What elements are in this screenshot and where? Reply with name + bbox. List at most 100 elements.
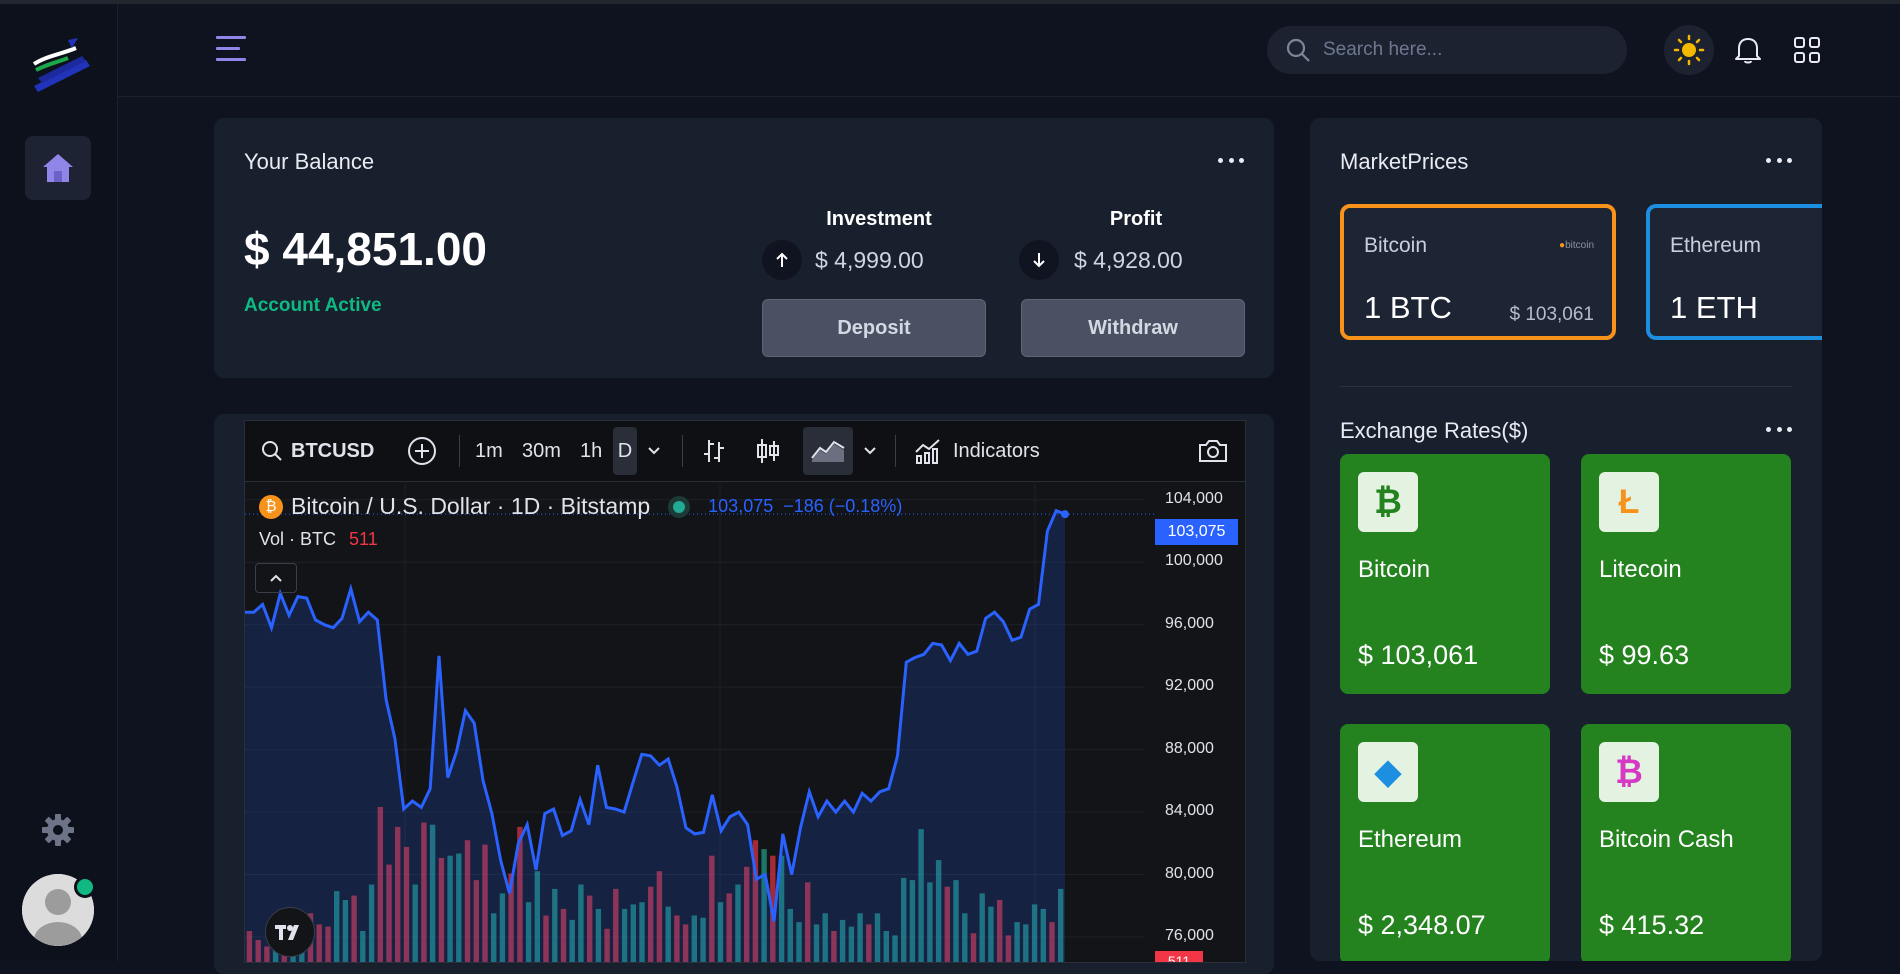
candles-chart-type-icon[interactable]: [755, 421, 781, 481]
symbol-label: BTCUSD: [291, 439, 375, 462]
indicators-label: Indicators: [953, 439, 1040, 462]
search-input[interactable]: [1321, 38, 1615, 62]
price-axis-tick: 96,000: [1165, 614, 1214, 632]
apps-grid-icon[interactable]: [1790, 32, 1824, 68]
bitcoin-icon: ₿: [259, 494, 283, 519]
rate-name: Ethereum: [1358, 826, 1463, 853]
app-logo[interactable]: [28, 34, 94, 96]
coin-name: Ethereum: [1670, 234, 1762, 257]
price-axis-tick: 104,000: [1165, 489, 1223, 507]
settings-gear-icon[interactable]: [38, 810, 78, 850]
search-bar[interactable]: [1267, 26, 1627, 74]
section-divider: [1340, 386, 1792, 387]
market-prices-card: MarketPrices Bitcoin ●bitcoin 1 BTC $ 10…: [1310, 118, 1822, 961]
volume-value: 511: [349, 529, 378, 549]
indicators-button[interactable]: Indicators: [913, 421, 1040, 481]
profit-value: $ 4,928.00: [1074, 247, 1183, 273]
coin-card-bitcoin[interactable]: Bitcoin ●bitcoin 1 BTC $ 103,061: [1340, 204, 1616, 340]
coin-amount: 1 ETH: [1670, 290, 1758, 325]
exchange-more-options-icon[interactable]: [1766, 424, 1792, 434]
withdraw-button[interactable]: Withdraw: [1021, 299, 1245, 357]
interval-dropdown-chevron-icon[interactable]: [647, 421, 661, 481]
market-more-options-icon[interactable]: [1766, 155, 1792, 165]
ethereum-icon: ◆: [1358, 742, 1418, 802]
rate-price: $ 99.63: [1599, 640, 1690, 670]
rate-price: $ 103,061: [1358, 640, 1479, 670]
investment-label: Investment: [826, 208, 932, 230]
chart-toolbar: BTCUSD 1m 30m 1h D Indicators: [245, 421, 1245, 482]
price-axis-tick: 92,000: [1165, 677, 1214, 695]
bar-chart-type-icon[interactable]: [701, 421, 727, 481]
volume-tag: 511: [1155, 951, 1203, 962]
last-price-tag: 103,075: [1155, 519, 1238, 545]
balance-amount: $ 44,851.00: [244, 223, 488, 275]
notification-bell-icon[interactable]: [1731, 32, 1765, 68]
interval-d[interactable]: D: [613, 427, 637, 475]
bitcoin-brand-logo: ●bitcoin: [1559, 240, 1594, 251]
bitcoin-icon: ₿: [1358, 472, 1418, 532]
coin-amount: 1 BTC: [1364, 290, 1452, 325]
rate-name: Litecoin: [1599, 556, 1682, 583]
theme-toggle-sun-icon[interactable]: [1664, 25, 1714, 75]
area-chart-type-icon[interactable]: [803, 427, 853, 475]
compare-plus-icon[interactable]: [407, 421, 437, 481]
price-chart-plot[interactable]: [245, 481, 1245, 962]
chart-symbol-title: Bitcoin / U.S. Dollar · 1D · Bitstamp: [291, 493, 651, 519]
coin-price: $ 103,061: [1509, 304, 1594, 325]
tradingview-logo-icon[interactable]: [265, 907, 315, 957]
coin-name: Bitcoin: [1364, 234, 1428, 257]
price-area-fill: [245, 510, 1065, 962]
market-open-status-dot: [668, 495, 691, 518]
investment-value: $ 4,999.00: [815, 247, 924, 273]
chart-type-dropdown-chevron-icon[interactable]: [863, 421, 877, 481]
interval-30m[interactable]: 30m: [522, 421, 561, 481]
volume-legend: Vol · BTC 511: [259, 529, 378, 550]
rate-name: Bitcoin: [1358, 556, 1431, 583]
rate-name: Bitcoin Cash: [1599, 826, 1734, 853]
rate-tile-bitcoin-cash[interactable]: ₿ Bitcoin Cash $ 415.32: [1581, 724, 1791, 961]
price-change-readout: 103,075 −186 (−0.18%): [708, 496, 903, 516]
last-price-dot: [1061, 510, 1069, 519]
profit-label: Profit: [1109, 208, 1163, 230]
rate-price: $ 415.32: [1599, 910, 1705, 940]
symbol-search[interactable]: BTCUSD: [261, 421, 374, 481]
chart-legend: ₿ Bitcoin / U.S. Dollar · 1D · Bitstamp …: [259, 493, 902, 520]
balance-more-options-icon[interactable]: [1218, 155, 1244, 165]
trading-chart-widget[interactable]: BTCUSD 1m 30m 1h D Indicators ₿ Bitcoin …: [244, 420, 1246, 963]
rate-tile-ethereum[interactable]: ◆ Ethereum $ 2,348.07: [1340, 724, 1550, 961]
collapse-legend-chevron-up-icon[interactable]: [255, 563, 297, 593]
arrow-up-icon: [762, 240, 802, 280]
bitcoin-cash-icon: ₿: [1599, 742, 1659, 802]
online-status-dot: [74, 876, 96, 898]
litecoin-icon: Ł: [1599, 472, 1659, 532]
exchange-rates-title: Exchange Rates($): [1340, 418, 1529, 443]
indicators-icon: [915, 439, 940, 464]
balance-title: Your Balance: [244, 149, 375, 174]
search-icon: [262, 441, 282, 461]
interval-1m[interactable]: 1m: [475, 421, 503, 481]
rate-tile-bitcoin[interactable]: ₿ Bitcoin $ 103,061: [1340, 454, 1550, 694]
price-axis-tick: 80,000: [1165, 864, 1214, 882]
hamburger-menu-icon[interactable]: [214, 32, 250, 66]
price-axis-tick: 88,000: [1165, 739, 1214, 757]
price-axis-tick: 76,000: [1165, 927, 1214, 944]
search-icon: [1285, 37, 1311, 63]
arrow-down-icon: [1019, 240, 1059, 280]
price-axis-tick: 84,000: [1165, 802, 1214, 820]
sidebar: [0, 4, 118, 961]
price-axis-tick: 100,000: [1165, 552, 1223, 570]
interval-1h[interactable]: 1h: [580, 421, 602, 481]
coin-card-ethereum[interactable]: Ethereum 1 ETH $: [1646, 204, 1822, 340]
rate-price: $ 2,348.07: [1358, 910, 1486, 940]
sidebar-item-home[interactable]: [25, 136, 91, 200]
balance-card: Your Balance $ 44,851.00 Account Active …: [214, 118, 1274, 378]
rate-tile-litecoin[interactable]: Ł Litecoin $ 99.63: [1581, 454, 1791, 694]
market-prices-title: MarketPrices: [1340, 149, 1469, 174]
coin-brand-text: bitcoin: [1565, 240, 1594, 251]
top-header: [118, 4, 1900, 97]
deposit-button[interactable]: Deposit: [762, 299, 986, 357]
home-icon: [43, 154, 73, 182]
snapshot-camera-icon[interactable]: [1197, 421, 1229, 481]
account-status: Account Active: [244, 295, 382, 316]
volume-label: Vol · BTC: [259, 529, 337, 549]
